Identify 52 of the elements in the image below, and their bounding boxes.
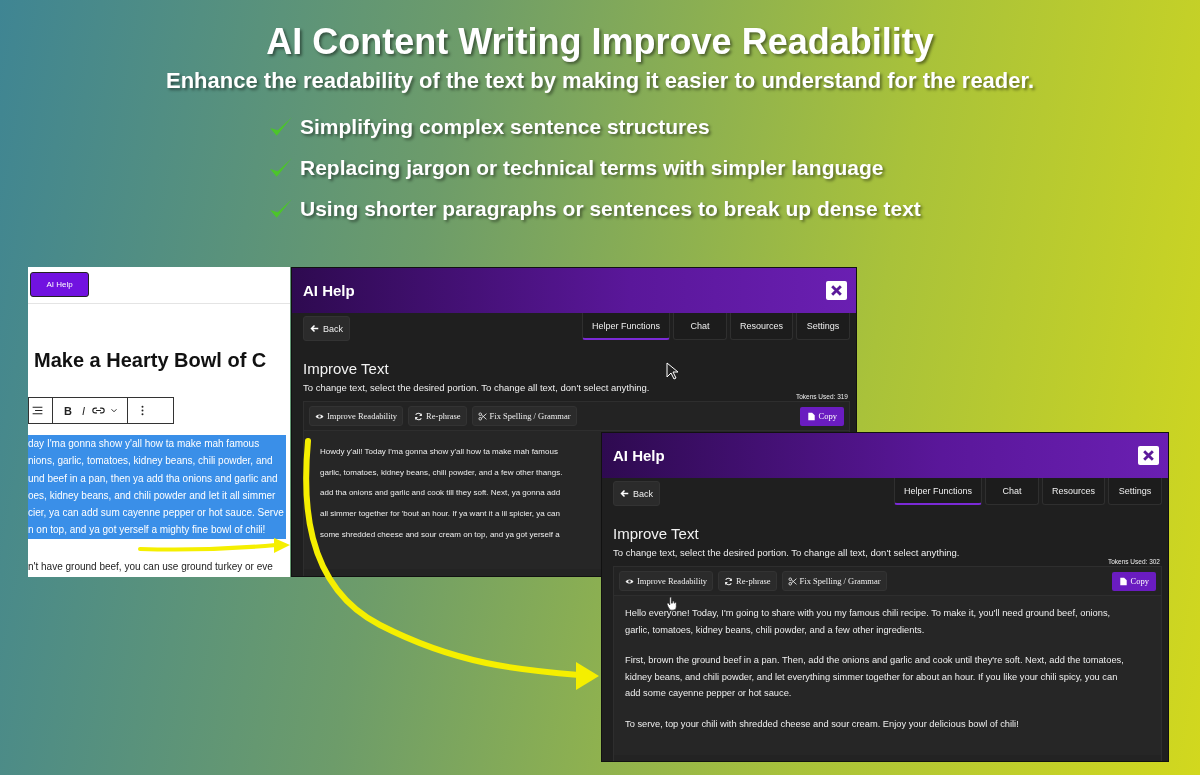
banner-subtitle: Enhance the readability of the text by making it easier to understand for the reader.	[165, 68, 1035, 94]
tab[interactable]: Settings	[1108, 478, 1162, 505]
tab[interactable]: Settings	[796, 313, 850, 340]
scissors-icon[interactable]	[477, 411, 487, 421]
arrow-left-icon[interactable]	[620, 489, 629, 498]
paragraph-text: n't have ground beef, you can use ground turkey or eve	[28, 561, 273, 572]
italic-button[interactable]: I	[78, 404, 88, 417]
copy-button[interactable]: Copy	[1111, 571, 1156, 591]
back-button[interactable]: Back	[303, 316, 350, 341]
arrow-left-icon[interactable]	[310, 324, 319, 333]
output-paragraph: To serve, top your chili with shredded cheese and sour cream. Enjoy your delicious bowl of chili!	[625, 717, 1019, 731]
refresh-icon[interactable]	[414, 411, 424, 421]
output-paragraph: Hello everyone! Today, I'm going to share with you my famous chili recipe. To make it, you'll need ground beef, onions, garlic, tomatoes, kidney beans, chili powder, and a few other ingredients.	[625, 607, 1111, 637]
feature-text: Simplifying complex sentence structures	[300, 114, 710, 139]
section-heading: Improve Text	[303, 360, 389, 377]
action-button[interactable]: Improve Readability	[619, 571, 714, 591]
hint-text: To change text, select the desired portion. To change all text, don't select anything.	[613, 547, 961, 558]
ai-help-button[interactable]: AI Help	[30, 272, 89, 297]
output-paragraph: First, brown the ground beef in a pan. Then, add the onions and garlic and cook until they're soft. Next, add the tomatoes, kidney beans, and chili powder, and let everything simmer together for about an hour. If you like your chili spicy, you can add some cayenne pepper or hot sauce.	[625, 654, 1124, 700]
eye-icon[interactable]	[625, 576, 634, 586]
action-button[interactable]: Improve Readability	[309, 406, 404, 426]
action-button[interactable]: Fix Spelling / Grammar	[781, 571, 887, 591]
link-icon[interactable]	[92, 404, 105, 417]
section-heading: Improve Text	[613, 525, 699, 542]
action-button[interactable]: Fix Spelling / Grammar	[471, 406, 577, 426]
dialog-title: AI Help	[303, 282, 355, 299]
tab[interactable]: Chat	[984, 478, 1039, 505]
document-icon[interactable]	[806, 411, 816, 421]
dialog-title: AI Help	[613, 447, 665, 464]
action-button[interactable]: Re-phrase	[408, 406, 467, 426]
feature-text: Using shorter paragraphs or sentences to break up dense text	[300, 196, 921, 221]
eye-icon[interactable]	[315, 411, 324, 421]
feature-text: Replacing jargon or technical terms with simpler language	[300, 155, 884, 180]
tab[interactable]: Helper Functions	[581, 313, 670, 340]
tab[interactable]: Chat	[672, 313, 727, 340]
hint-text: To change text, select the desired portion. To change all text, don't select anything.	[303, 382, 651, 393]
copy-button[interactable]: Copy	[799, 406, 844, 426]
output-paragraph: Howdy y'all! Today I'ma gonna show y'all how ta make mah famous garlic, tomatoes, kidney beans, chili powder, and a few other thangs. add tha onions and garlic and cook till they soft. Next, ya gonna add all simmer together for 'bout an hour. If ya want it a lil spicier, ya can some shredded cheese and sour cream on top, and ya got yerself a	[320, 446, 563, 541]
refresh-icon[interactable]	[724, 576, 734, 586]
tab[interactable]: Resources	[729, 313, 793, 340]
back-button[interactable]: Back	[613, 481, 660, 506]
align-icon[interactable]	[31, 404, 44, 417]
post-title: Make a Hearty Bowl of C	[34, 349, 267, 372]
action-button[interactable]: Re-phrase	[718, 571, 777, 591]
mouse-pointer-icon	[666, 362, 678, 380]
banner-title: AI Content Writing Improve Readability	[265, 20, 935, 64]
scissors-icon[interactable]	[787, 576, 797, 586]
tab[interactable]: Helper Functions	[893, 478, 982, 505]
document-icon[interactable]	[1118, 576, 1128, 586]
bold-button[interactable]: B	[61, 404, 75, 417]
selected-paragraph: day I'ma gonna show y'all how ta make mah famous nions, garlic, tomatoes, kidney beans, chili powder, and und beef in a pan, then ya add tha onions and garlic and oes, kidney beans, and chili powder and let it all simmer cier, ya can add sum cayenne pepper or hot sauce. Serve n on top, and ya got yerself a mighty fine bowl of chili!	[28, 435, 286, 539]
tab[interactable]: Resources	[1041, 478, 1105, 505]
